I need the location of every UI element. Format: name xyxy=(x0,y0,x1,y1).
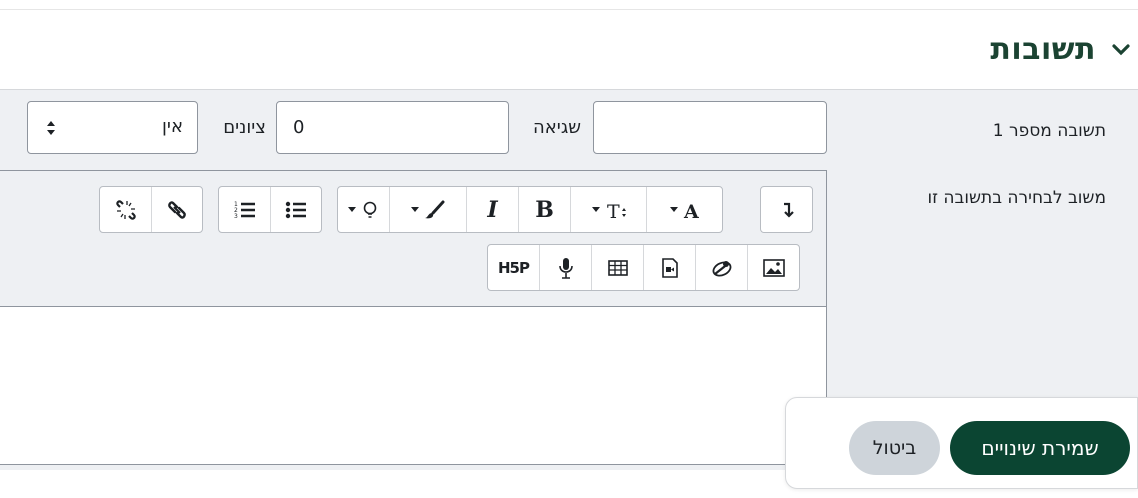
answers-section-header[interactable]: תשובות xyxy=(990,32,1132,67)
lightbulb-icon[interactable] xyxy=(338,187,389,232)
grade-selected-value: אין xyxy=(162,116,183,137)
brush-icon[interactable] xyxy=(389,187,466,232)
chevron-down-icon[interactable] xyxy=(1110,39,1132,61)
feedback-editor[interactable]: I B T A 123 H5P xyxy=(0,170,827,465)
toolbar-group-lists: 123 xyxy=(218,186,322,233)
top-divider xyxy=(0,9,1138,10)
table-icon[interactable] xyxy=(591,245,643,290)
grade-select[interactable]: אין xyxy=(27,101,198,154)
image-icon[interactable] xyxy=(747,245,799,290)
error-value: 0 xyxy=(293,117,305,138)
section-title: תשובות xyxy=(990,32,1096,67)
toolbar-group-links xyxy=(99,186,203,233)
bold-icon[interactable]: B xyxy=(518,187,570,232)
feedback-label: משוב לבחירה בתשובה זו xyxy=(927,188,1107,208)
svg-text:3: 3 xyxy=(234,213,238,220)
grade-label: ציונים xyxy=(223,117,266,138)
unlink-icon[interactable] xyxy=(100,187,151,232)
link-icon[interactable] xyxy=(151,187,202,232)
font-size-icon[interactable]: T xyxy=(570,187,646,232)
cancel-button[interactable]: ביטול xyxy=(849,421,940,475)
paragraph-direction-icon[interactable] xyxy=(761,187,812,232)
italic-icon[interactable]: I xyxy=(466,187,518,232)
editor-toolbar: I B T A 123 H5P xyxy=(0,171,826,307)
error-input[interactable]: 0 xyxy=(276,101,509,154)
microphone-icon[interactable] xyxy=(539,245,591,290)
video-file-icon[interactable] xyxy=(643,245,695,290)
toolbar-group-media: H5P xyxy=(487,244,800,291)
toolbar-group-direction xyxy=(760,186,813,233)
save-changes-button[interactable]: שמירת שינויים xyxy=(950,421,1130,475)
toolbar-group-format: I B T A xyxy=(337,186,723,233)
font-color-icon[interactable]: A xyxy=(646,187,722,232)
error-label: שגיאה xyxy=(533,117,581,138)
h5p-icon[interactable]: H5P xyxy=(488,245,539,290)
unordered-list-icon[interactable] xyxy=(270,187,321,232)
select-arrows-icon xyxy=(45,119,57,141)
media-icon[interactable] xyxy=(695,245,747,290)
ordered-list-icon[interactable]: 123 xyxy=(219,187,270,232)
answer-label: תשובה מספר 1 xyxy=(992,121,1106,141)
answer-input[interactable] xyxy=(593,101,827,154)
font-color-letter: A xyxy=(683,201,699,221)
font-size-letter: T xyxy=(607,201,620,221)
